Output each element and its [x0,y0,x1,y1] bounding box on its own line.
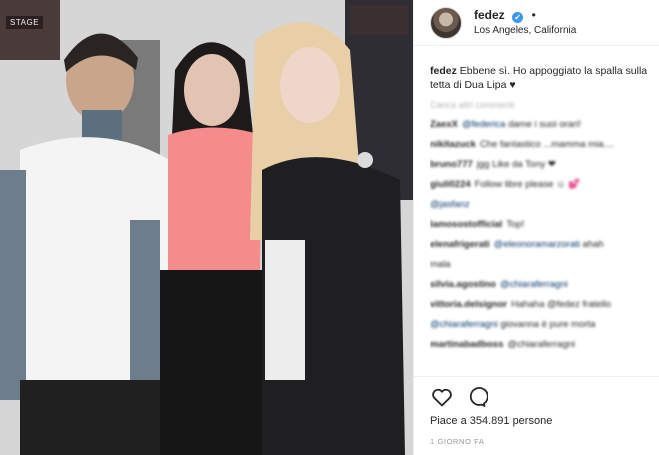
comment-text: Che fantastico ...mamma mia.... [479,139,615,150]
action-icons [430,385,489,409]
post-side-panel: fedez ✔ • Los Angeles, California fedez … [413,0,659,455]
comment-text: giovanna è pure morta [500,319,596,330]
comment-mention-link[interactable]: @chiaraferragni [500,279,568,290]
comment-row: mala [430,258,652,271]
caption-text: Ebbene sì. Ho appoggiato la spalla sulla… [430,65,648,91]
post-header: fedez ✔ • Los Angeles, California [414,0,659,46]
photo-illustration [0,0,413,455]
comment-row: bruno777 jgg Like da Tony ❤ [430,158,652,171]
post-actions: Piace a 354.891 persone 1 GIORNO FA [414,376,659,455]
comment-mention-link[interactable]: @eleonoramarzorati [494,239,580,250]
header-separator: • [531,8,536,22]
post-photo[interactable]: STAGE [0,0,413,455]
caption-username[interactable]: fedez [430,65,457,77]
comments-list[interactable]: fedez Ebbene sì. Ho appoggiato la spalla… [430,64,652,376]
comment-username[interactable]: vittoria.delsignor [430,299,507,310]
comment-text: Top! [506,219,525,230]
comment-mention-link[interactable]: @jasfanz [430,199,470,210]
username-link[interactable]: fedez [474,8,505,22]
comment-row: vittoria.delsignor Hahaha @fedez fratello [430,298,652,311]
comment-row: @chiaraferragni giovanna è pure morta [430,318,652,331]
comment-row: elenafrigerati @eleonoramarzorati ahah [430,238,652,251]
avatar[interactable] [430,6,462,39]
comment-text: ahah [582,239,604,250]
comment-row: giuli0224 Follow libre please ☺ 💕 [430,178,652,191]
comment-row: ZaexX @federica dame i suoi orari! [430,118,652,131]
header-text: fedez ✔ • Los Angeles, California [474,7,576,38]
post-timestamp[interactable]: 1 GIORNO FA [430,437,485,446]
comment-row: silvia.agostino @chiaraferragni [430,278,652,291]
comment-mention-link[interactable]: @federica [462,119,505,130]
comment-username[interactable]: elenafrigerati [430,239,490,250]
comment-text: dame i suoi orari! [508,119,581,130]
comment-row: lamosostofficial Top! [430,218,652,231]
location-link[interactable]: Los Angeles, California [474,23,576,38]
heart-outline-icon[interactable] [430,385,454,409]
comment-username[interactable]: lamosostofficial [430,219,502,230]
post-caption: fedez Ebbene sì. Ho appoggiato la spalla… [430,64,652,92]
comment-row: nikitazuck Che fantastico ...mamma mia...… [430,138,652,151]
verified-badge-icon: ✔ [512,12,524,23]
comment-username[interactable]: silvia.agostino [430,279,496,290]
comment-text: jgg Like da Tony ❤ [476,159,556,170]
comment-username[interactable]: nikitazuck [430,139,476,150]
comment-username[interactable]: martinabadboss [430,339,503,350]
comment-row: @jasfanz [430,198,652,211]
comment-bubble-icon[interactable] [464,385,489,409]
likes-count[interactable]: Piace a 354.891 persone [430,415,552,427]
comment-username[interactable]: ZaexX [430,119,458,130]
stage-sign: STAGE [6,16,44,29]
comment-container: ZaexX @federica dame i suoi orari! nikitaz… [430,118,652,351]
comment-username[interactable]: bruno777 [430,159,473,170]
comment-mention-link[interactable]: @chiaraferragni [430,319,498,330]
comment-username[interactable]: giuli0224 [430,179,471,190]
load-more-comments-link[interactable]: Carica altri commenti [430,100,652,110]
comment-text: Follow libre please ☺ 💕 [474,179,581,190]
comment-text: Hahaha @fedez fratello [511,299,612,310]
comment-text: mala [430,259,451,270]
comment-text: @chiaraferragni [507,339,576,350]
comment-row: martinabadboss @chiaraferragni [430,338,652,351]
